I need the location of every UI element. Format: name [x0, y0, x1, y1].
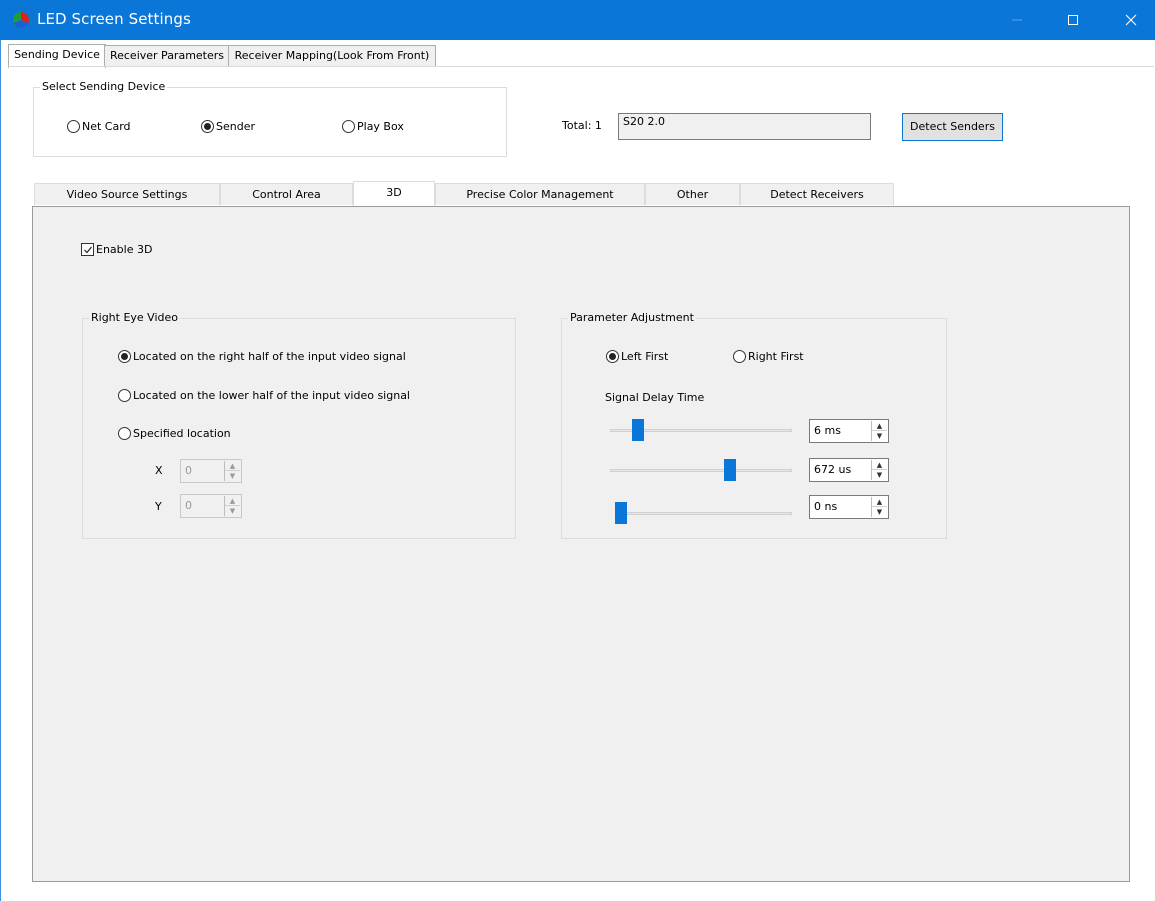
arrow-up-icon[interactable]: ▲ — [872, 421, 887, 431]
spinbox-value: 6 ms — [814, 424, 841, 437]
radio-indicator — [201, 120, 214, 133]
signal-delay-label: Signal Delay Time — [605, 391, 705, 404]
radio-lower-half[interactable]: Located on the lower half of the input v… — [118, 389, 410, 402]
spinbox-arrows: ▲ ▼ — [224, 496, 240, 516]
spinbox-arrows: ▲ ▼ — [224, 461, 240, 481]
spinbox-arrows: ▲ ▼ — [871, 460, 887, 480]
tab-3d[interactable]: 3D — [353, 181, 435, 206]
slider-thumb[interactable] — [632, 419, 645, 441]
slider-thumb[interactable] — [723, 459, 736, 481]
delay-slider-ms[interactable] — [610, 419, 792, 441]
3d-settings-panel — [32, 206, 1130, 882]
spinbox-value: 672 us — [814, 463, 852, 476]
delay-slider-ns[interactable] — [615, 502, 792, 524]
arrow-down-icon[interactable]: ▼ — [872, 431, 887, 441]
enable-3d-checkbox[interactable]: Enable 3D — [81, 243, 152, 256]
delay-us-spinbox[interactable]: 672 us ▲ ▼ — [809, 458, 889, 482]
radio-indicator — [118, 427, 131, 440]
tab-sending-device[interactable]: Sending Device — [8, 44, 106, 68]
radio-indicator — [118, 350, 131, 363]
radio-net-card[interactable]: Net Card — [67, 120, 131, 133]
window-title: LED Screen Settings — [37, 10, 191, 28]
radio-specified-location[interactable]: Specified location — [118, 427, 231, 440]
radio-indicator — [606, 350, 619, 363]
total-label: Total: 1 — [562, 119, 602, 132]
tab-precise-color-management[interactable]: Precise Color Management — [435, 183, 645, 205]
spinbox-arrows: ▲ ▼ — [871, 497, 887, 517]
slider-track — [610, 469, 792, 472]
arrow-up-icon[interactable]: ▲ — [225, 461, 240, 471]
slider-thumb[interactable] — [615, 502, 627, 524]
arrow-down-icon[interactable]: ▼ — [225, 471, 240, 481]
group-title: Select Sending Device — [40, 80, 168, 94]
radio-label: Net Card — [82, 120, 131, 133]
arrow-up-icon[interactable]: ▲ — [872, 497, 887, 507]
radio-right-first[interactable]: Right First — [733, 350, 804, 363]
radio-sender[interactable]: Sender — [201, 120, 255, 133]
close-icon — [1125, 14, 1137, 26]
checkbox-label: Enable 3D — [96, 243, 153, 256]
radio-label: Play Box — [357, 120, 404, 133]
checkmark-icon — [83, 246, 92, 253]
delay-ms-spinbox[interactable]: 6 ms ▲ ▼ — [809, 419, 889, 443]
tab-other[interactable]: Other — [645, 183, 740, 205]
radio-left-first[interactable]: Left First — [606, 350, 668, 363]
sender-field[interactable]: S20 2.0 — [618, 113, 871, 140]
tab-receiver-mapping[interactable]: Receiver Mapping(Look From Front) — [228, 45, 436, 67]
delay-ns-spinbox[interactable]: 0 ns ▲ ▼ — [809, 495, 889, 519]
radio-label: Left First — [621, 350, 669, 363]
delay-slider-us[interactable] — [610, 459, 792, 481]
arrow-up-icon[interactable]: ▲ — [872, 460, 887, 470]
tab-control-area[interactable]: Control Area — [220, 183, 353, 205]
radio-play-box[interactable]: Play Box — [342, 120, 404, 133]
radio-indicator — [67, 120, 80, 133]
radio-indicator — [342, 120, 355, 133]
radio-indicator — [118, 389, 131, 402]
tab-detect-receivers[interactable]: Detect Receivers — [740, 183, 894, 205]
x-label: X — [155, 464, 163, 477]
window-border — [0, 40, 1, 901]
x-spinbox[interactable]: 0 ▲ ▼ — [180, 459, 242, 483]
tabs-divider — [8, 66, 1154, 67]
radio-label: Right First — [748, 350, 804, 363]
group-title: Right Eye Video — [89, 311, 181, 325]
radio-right-half[interactable]: Located on the right half of the input v… — [118, 350, 406, 363]
radio-label: Located on the lower half of the input v… — [133, 389, 410, 402]
y-spinbox[interactable]: 0 ▲ ▼ — [180, 494, 242, 518]
spinbox-value: 0 — [185, 499, 192, 512]
maximize-icon — [1068, 15, 1078, 25]
radio-label: Sender — [216, 120, 255, 133]
detect-senders-button[interactable]: Detect Senders — [902, 113, 1003, 141]
y-label: Y — [155, 500, 162, 513]
tab-receiver-parameters[interactable]: Receiver Parameters — [104, 45, 230, 67]
slider-track — [615, 512, 792, 515]
arrow-down-icon[interactable]: ▼ — [872, 470, 887, 480]
spinbox-value: 0 — [185, 464, 192, 477]
tab-video-source-settings[interactable]: Video Source Settings — [34, 183, 220, 205]
group-title: Parameter Adjustment — [568, 311, 696, 325]
checkbox-indicator — [81, 243, 94, 256]
arrow-down-icon[interactable]: ▼ — [872, 507, 887, 517]
radio-label: Located on the right half of the input v… — [133, 350, 406, 363]
minimize-button[interactable] — [994, 0, 1040, 40]
spinbox-arrows: ▲ ▼ — [871, 421, 887, 441]
radio-indicator — [733, 350, 746, 363]
radio-label: Specified location — [133, 427, 231, 440]
minimize-icon — [1012, 19, 1022, 21]
arrow-up-icon[interactable]: ▲ — [225, 496, 240, 506]
maximize-button[interactable] — [1050, 0, 1096, 40]
arrow-down-icon[interactable]: ▼ — [225, 506, 240, 516]
close-button[interactable] — [1108, 0, 1154, 40]
app-logo-icon — [13, 12, 29, 28]
spinbox-value: 0 ns — [814, 500, 838, 513]
title-bar: LED Screen Settings — [0, 0, 1155, 40]
